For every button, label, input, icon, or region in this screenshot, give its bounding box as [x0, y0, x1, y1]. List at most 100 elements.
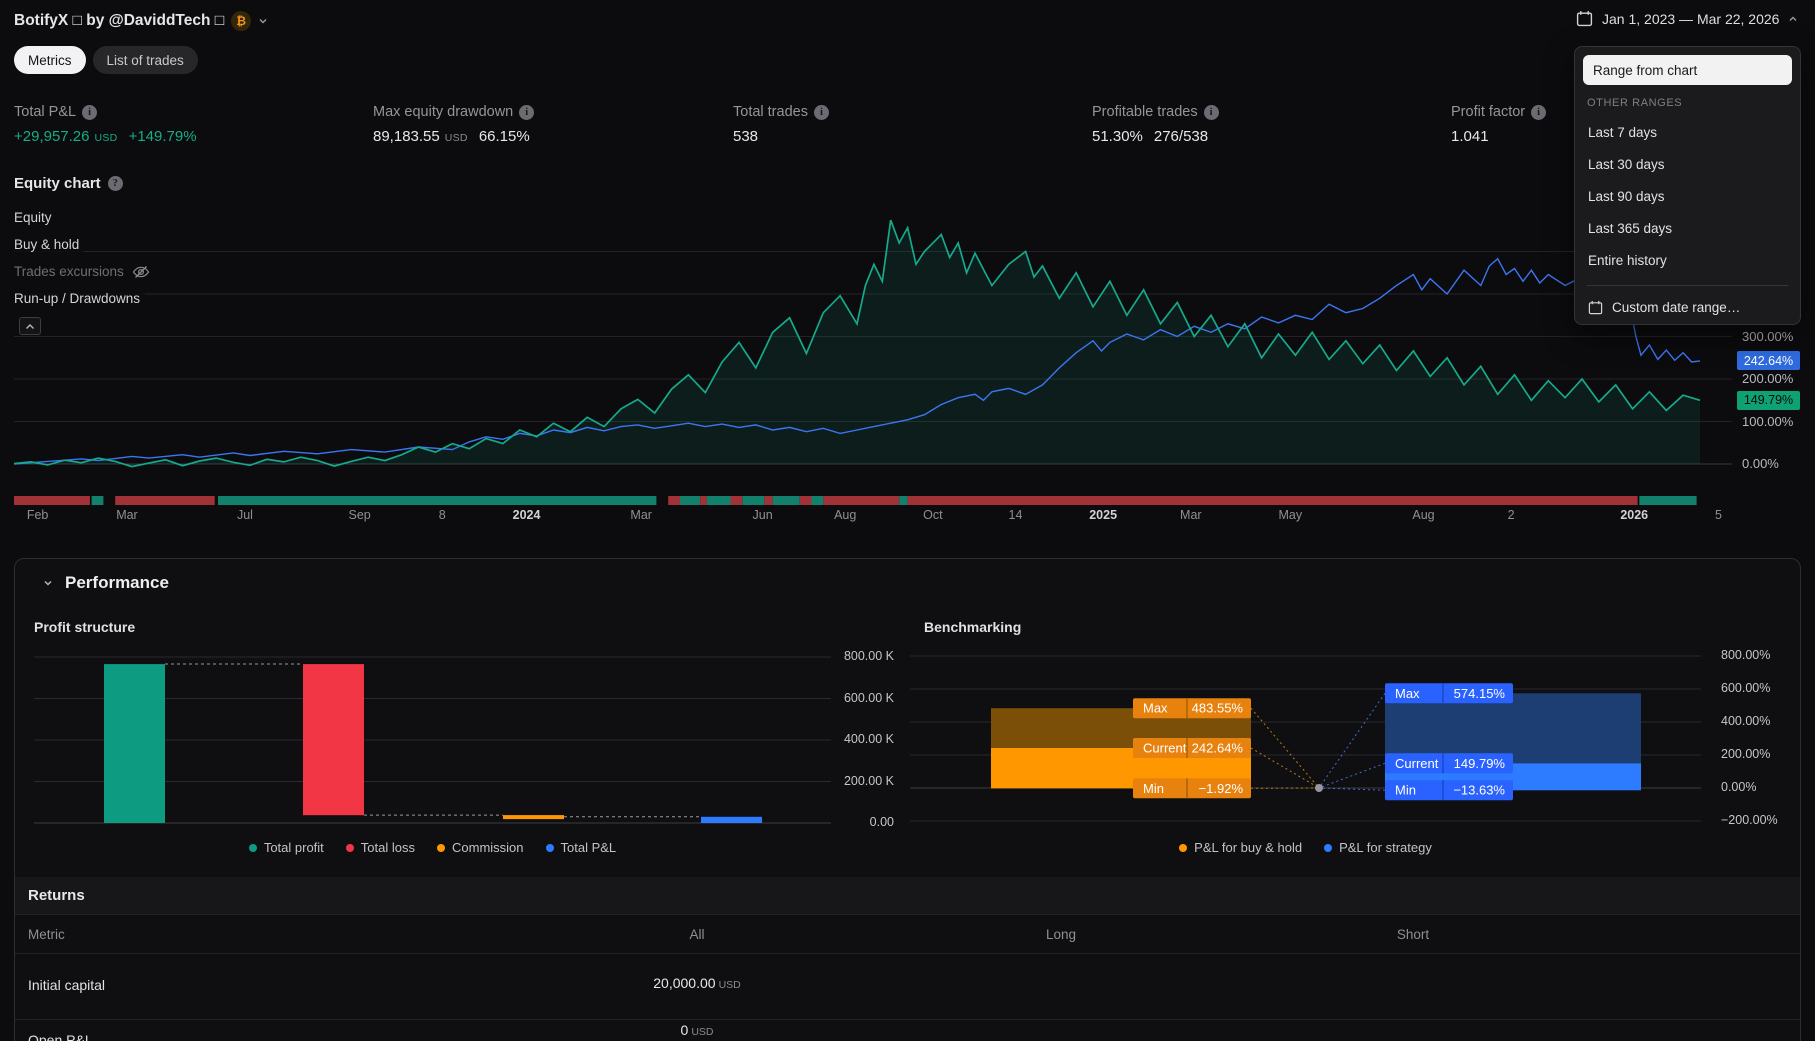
x-axis-tick-label: Mar	[1180, 508, 1202, 522]
help-icon[interactable]: ?	[107, 176, 123, 191]
legend-item-runup-drawdowns[interactable]: Run-up / Drawdowns	[14, 288, 146, 309]
performance-header[interactable]: Performance	[43, 573, 169, 593]
row-value-initial-capital: 20,000.00 USD	[653, 975, 741, 991]
date-range-button[interactable]: Jan 1, 2023 — Mar 22, 2026	[1576, 10, 1798, 27]
profit-structure-legend: Total profit Total loss Commission Total P&…	[34, 840, 831, 855]
row-value-open-pnl: 0 USD	[680, 1022, 714, 1038]
equity-chart-title-text: Equity chart	[14, 175, 101, 192]
y-axis-tick-label: −200.00%	[1721, 813, 1778, 827]
legend-item[interactable]: Total loss	[345, 840, 415, 855]
eye-off-icon[interactable]	[132, 265, 150, 279]
chart-collapse-button[interactable]	[19, 317, 41, 335]
legend-dot-icon	[248, 843, 257, 852]
menu-item-range-from-chart[interactable]: Range from chart	[1583, 55, 1792, 85]
svg-text:Current: Current	[1143, 741, 1187, 756]
returns-header-band: Returns	[15, 877, 1800, 915]
benchmarking-chart[interactable]: Max 483.55% Current 242.64% Min −1.92% Max 574.…	[910, 646, 1787, 846]
performance-title: Performance	[65, 573, 169, 592]
metric-profit-factor: Profit factor i 1.041	[1451, 104, 1547, 145]
x-axis-tick-label: Sep	[348, 508, 371, 522]
legend-item-trades-excursions[interactable]: Trades excursions	[14, 261, 155, 282]
strategy-tester-page: { "header": { "title": "BotifyX □ by @Da…	[0, 0, 1815, 1041]
returns-title: Returns	[28, 887, 85, 904]
current-value-badge: 242.64%	[1737, 351, 1800, 371]
svg-text:242.64%: 242.64%	[1192, 741, 1244, 756]
svg-text:Min: Min	[1143, 781, 1164, 796]
profit-structure-chart[interactable]	[34, 646, 896, 846]
x-axis-tick-label: Aug	[1412, 508, 1435, 522]
x-axis-tick-label: 2025	[1089, 508, 1118, 522]
chevron-down-icon	[44, 580, 52, 586]
info-icon[interactable]: i	[82, 104, 98, 120]
bar-Total profit	[104, 664, 165, 823]
y-axis-tick-label: 600.00 K	[843, 690, 894, 705]
metric-value: 89,183.55	[373, 128, 440, 145]
x-axis-tick-label: Jun	[752, 508, 773, 522]
strategy-title-row[interactable]: BotifyX □ by @DaviddTech □ ₿	[14, 11, 268, 31]
column-header-all: All	[689, 927, 705, 942]
y-axis-tick-label: 400.00 K	[843, 732, 894, 746]
info-icon[interactable]: i	[1203, 104, 1219, 120]
info-icon[interactable]: i	[1531, 104, 1547, 120]
x-axis-tick-label: Jul	[236, 508, 253, 522]
benchmarking-title: Benchmarking	[924, 619, 1022, 635]
column-header-long: Long	[1045, 927, 1077, 942]
legend-dot-icon	[545, 843, 554, 852]
y-axis-tick-label: 0.00%	[1721, 780, 1757, 794]
svg-text:Current: Current	[1395, 756, 1439, 771]
metric-total-trades: Total trades i 538	[733, 104, 829, 145]
y-axis-tick-label: 400.00%	[1721, 714, 1771, 728]
info-icon[interactable]: i	[813, 104, 829, 120]
legend-item[interactable]: Total profit	[248, 840, 324, 855]
metric-value: +29,957.26	[14, 128, 90, 145]
profit-structure-title: Profit structure	[34, 619, 136, 635]
tab-list-of-trades[interactable]: List of trades	[92, 46, 198, 74]
svg-text:483.55%: 483.55%	[1192, 701, 1244, 716]
menu-item-entire-history[interactable]: Entire history	[1575, 245, 1800, 277]
menu-item-last-365-days[interactable]: Last 365 days	[1575, 213, 1800, 245]
metric-unit: USD	[94, 132, 118, 144]
legend-item[interactable]: Commission	[437, 840, 524, 855]
chevron-up-icon	[1789, 16, 1797, 21]
menu-item-last-30-days[interactable]: Last 30 days	[1575, 149, 1800, 181]
metric-label: Profitable trades	[1092, 104, 1198, 120]
metric-value: 538	[733, 128, 759, 145]
legend-item[interactable]: P&L for buy & hold	[1179, 840, 1302, 855]
menu-item-last-7-days[interactable]: Last 7 days	[1575, 117, 1800, 149]
svg-text:−1.92%: −1.92%	[1199, 781, 1244, 796]
performance-panel: Performance Profit structure Benchmarkin…	[14, 558, 1801, 1041]
menu-item-custom-date-range[interactable]: Custom date range…	[1575, 291, 1800, 323]
metric-total-pnl: Total P&L i +29,957.26 USD +149.79%	[14, 104, 197, 145]
legend-item[interactable]: P&L for strategy	[1324, 840, 1432, 855]
metric-label: Total P&L	[14, 104, 77, 120]
legend-item-buy-and-hold[interactable]: Buy & hold	[14, 234, 85, 255]
tab-metrics[interactable]: Metrics	[14, 46, 86, 74]
date-range-menu: Range from chart OTHER RANGES Last 7 day…	[1574, 46, 1801, 325]
benchmarking-legend: P&L for buy & hold P&L for strategy	[910, 840, 1701, 855]
x-axis-tick-label: 2	[1507, 508, 1515, 522]
legend-dot-icon	[345, 843, 354, 852]
menu-item-last-90-days[interactable]: Last 90 days	[1575, 181, 1800, 213]
strategy-title: BotifyX □ by @DaviddTech □	[14, 12, 225, 29]
info-icon[interactable]: i	[519, 104, 535, 120]
y-axis-tick-label: 0.00%	[1742, 456, 1779, 471]
chevron-down-icon	[259, 19, 267, 24]
y-axis-tick-label: 800.00%	[1721, 648, 1771, 662]
calendar-icon	[1576, 11, 1593, 27]
column-header-short: Short	[1396, 927, 1430, 942]
y-axis-tick-label: 200.00%	[1721, 747, 1771, 761]
x-axis-tick-label: Mar	[116, 508, 138, 522]
svg-text:574.15%: 574.15%	[1454, 686, 1506, 701]
metric-label: Profit factor	[1451, 104, 1526, 120]
metric-extra: +149.79%	[128, 128, 197, 145]
x-axis-tick-label: Feb	[26, 508, 49, 522]
legend-item-equity[interactable]: Equity	[14, 207, 57, 228]
legend-dot-icon	[437, 843, 445, 852]
bar-Total loss	[303, 664, 364, 816]
y-axis-tick-label: 300.00%	[1742, 328, 1794, 344]
legend-item[interactable]: Total P&L	[545, 840, 616, 855]
equity-chart[interactable]	[0, 200, 1815, 535]
svg-text:Min: Min	[1395, 783, 1416, 798]
x-axis-tick-label: Oct	[923, 508, 943, 522]
date-range-label: Jan 1, 2023 — Mar 22, 2026	[1602, 10, 1780, 27]
